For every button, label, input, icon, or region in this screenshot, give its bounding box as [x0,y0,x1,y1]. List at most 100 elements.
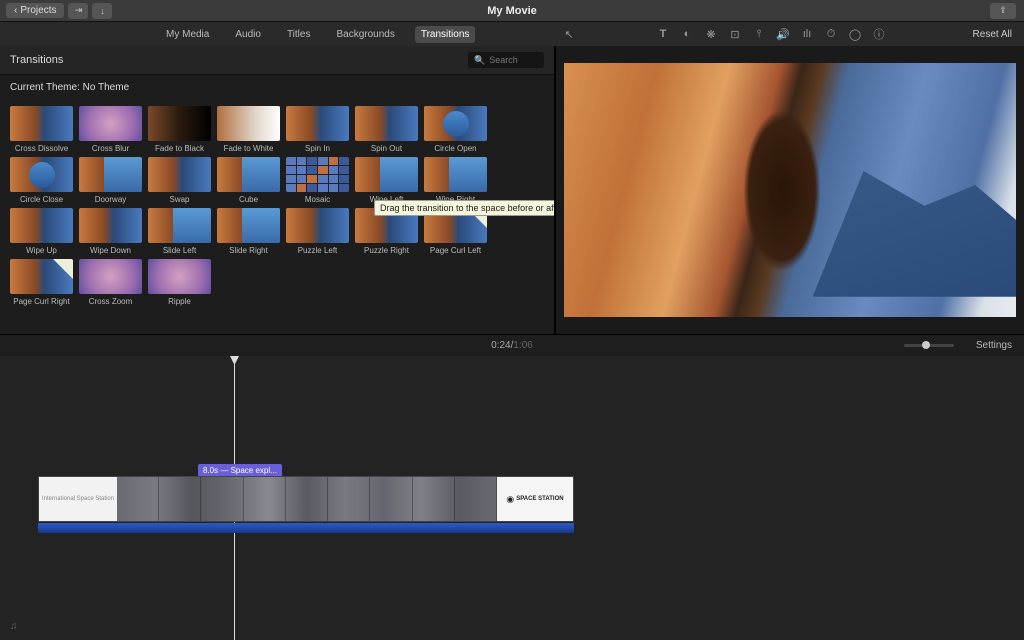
transition-cube[interactable]: Cube [217,157,280,204]
transition-thumbnail [286,106,349,141]
transition-label: Wipe Down [90,246,131,255]
transition-thumbnail [148,157,211,192]
transition-thumbnail [355,157,418,192]
timeline[interactable]: 8.0s — Space expl... International Space… [0,356,1024,640]
transition-thumbnail [217,208,280,243]
color-balance-button[interactable]: ◐ [680,27,694,41]
import-icon: ⇥ [75,5,83,16]
preview-video-frame[interactable] [564,63,1016,317]
timeline-zoom-slider[interactable] [904,344,954,347]
transition-spin-out[interactable]: Spin Out [355,106,418,153]
transition-thumbnail [79,259,142,294]
transition-fade-to-white[interactable]: Fade to White [217,106,280,153]
volume-button[interactable]: 🔊 [776,27,790,41]
title-clip[interactable]: International Space Station [39,477,117,521]
transition-thumbnail [355,106,418,141]
media-tabs: My Media Audio Titles Backgrounds Transition… [160,26,475,43]
music-icon: ♫ [10,621,18,632]
transition-thumbnail [79,208,142,243]
import-media-button[interactable]: ⇥ [68,3,88,19]
transition-wipe-up[interactable]: Wipe Up [10,208,73,255]
crop-button[interactable]: ⊡ [728,27,742,41]
transition-cross-blur[interactable]: Cross Blur [79,106,142,153]
transition-thumbnail [217,106,280,141]
transition-fade-to-black[interactable]: Fade to Black [148,106,211,153]
transition-thumbnail [148,259,211,294]
stabilization-button[interactable]: ⫯ [752,27,766,41]
video-clip[interactable] [117,477,497,521]
transition-thumbnail [10,157,73,192]
transition-thumbnail [10,208,73,243]
tab-audio[interactable]: Audio [229,26,267,43]
tab-transitions[interactable]: Transitions [415,26,476,43]
settings-button[interactable]: Settings [976,340,1012,351]
share-button[interactable]: ⇪ [990,3,1016,19]
transition-label: Fade to White [224,144,274,153]
chevron-left-icon: ‹ [14,5,17,16]
transition-swap[interactable]: Swap [148,157,211,204]
transition-thumbnail [79,106,142,141]
preview-tools: ↖ T ◐ ❋ ⊡ ⫯ 🔊 ılı ⏱ ◯ ⓘ [562,27,886,41]
event-browser-button[interactable]: ↖ [562,27,576,41]
transition-mosaic[interactable]: Mosaic [286,157,349,204]
current-theme-label: Current Theme: No Theme [0,75,554,100]
reset-all-button[interactable]: Reset All [973,29,1012,40]
transition-label: Ripple [168,297,191,306]
transition-wipe-left[interactable]: Wipe Left [355,157,418,204]
text-tool-button[interactable]: T [656,27,670,41]
info-button[interactable]: ⓘ [872,27,886,41]
download-button[interactable]: ↓ [92,3,112,19]
total-duration: 1:06 [513,340,532,351]
transition-label: Wipe Up [26,246,57,255]
transition-label: Fade to Black [155,144,204,153]
speed-button[interactable]: ⏱ [824,27,838,41]
transition-circle-open[interactable]: Circle Open [424,106,487,153]
transition-label: Puzzle Left [298,246,338,255]
transition-ripple[interactable]: Ripple [148,259,211,306]
clip-filter-button[interactable]: ◯ [848,27,862,41]
transition-thumbnail [286,208,349,243]
transition-label: Cross Zoom [89,297,133,306]
tab-backgrounds[interactable]: Backgrounds [330,26,400,43]
time-display-bar: 0:24 / 1:06 Settings [0,334,1024,356]
transitions-grid: Cross Dissolve Cross Blur Fade to Black Fad… [0,100,554,316]
transition-cross-dissolve[interactable]: Cross Dissolve [10,106,73,153]
end-title-clip[interactable]: ◉ SPACE STATION [497,477,573,521]
playhead-time: 0:24 [491,340,510,351]
transition-thumbnail [217,157,280,192]
color-correction-button[interactable]: ❋ [704,27,718,41]
transition-thumbnail [286,157,349,192]
drag-tooltip: Drag the transition to the space before … [374,200,554,216]
preview-pane [556,46,1024,334]
transition-label: Cross Dissolve [15,144,68,153]
audio-track[interactable] [38,523,574,533]
transition-thumbnail [148,106,211,141]
transition-doorway[interactable]: Doorway [79,157,142,204]
transition-thumbnail [10,106,73,141]
transition-label: Spin In [305,144,330,153]
tab-titles[interactable]: Titles [281,26,317,43]
transition-label: Circle Close [20,195,63,204]
transition-spin-in[interactable]: Spin In [286,106,349,153]
tab-my-media[interactable]: My Media [160,26,215,43]
transition-wipe-right[interactable]: Wipe Right [424,157,487,204]
space-station-logo-icon: ◉ [506,494,514,505]
transition-puzzle-left[interactable]: Puzzle Left [286,208,349,255]
transition-thumbnail [424,157,487,192]
end-clip-label: SPACE STATION [516,496,563,502]
transition-slide-right[interactable]: Slide Right [217,208,280,255]
noise-reduction-button[interactable]: ılı [800,27,814,41]
transition-label: Cross Blur [92,144,129,153]
transition-label: Mosaic [305,195,330,204]
transition-label: Spin Out [371,144,402,153]
search-input[interactable]: 🔍 Search [468,52,544,68]
transition-cross-zoom[interactable]: Cross Zoom [79,259,142,306]
search-placeholder: Search [489,55,518,65]
title-bar: ‹ Projects ⇥ ↓ My Movie ⇪ [0,0,1024,22]
transition-page-curl-right[interactable]: Page Curl Right [10,259,73,306]
search-icon: 🔍 [474,55,485,66]
transition-slide-left[interactable]: Slide Left [148,208,211,255]
back-to-projects-button[interactable]: ‹ Projects [6,3,64,18]
transition-circle-close[interactable]: Circle Close [10,157,73,204]
transition-wipe-down[interactable]: Wipe Down [79,208,142,255]
